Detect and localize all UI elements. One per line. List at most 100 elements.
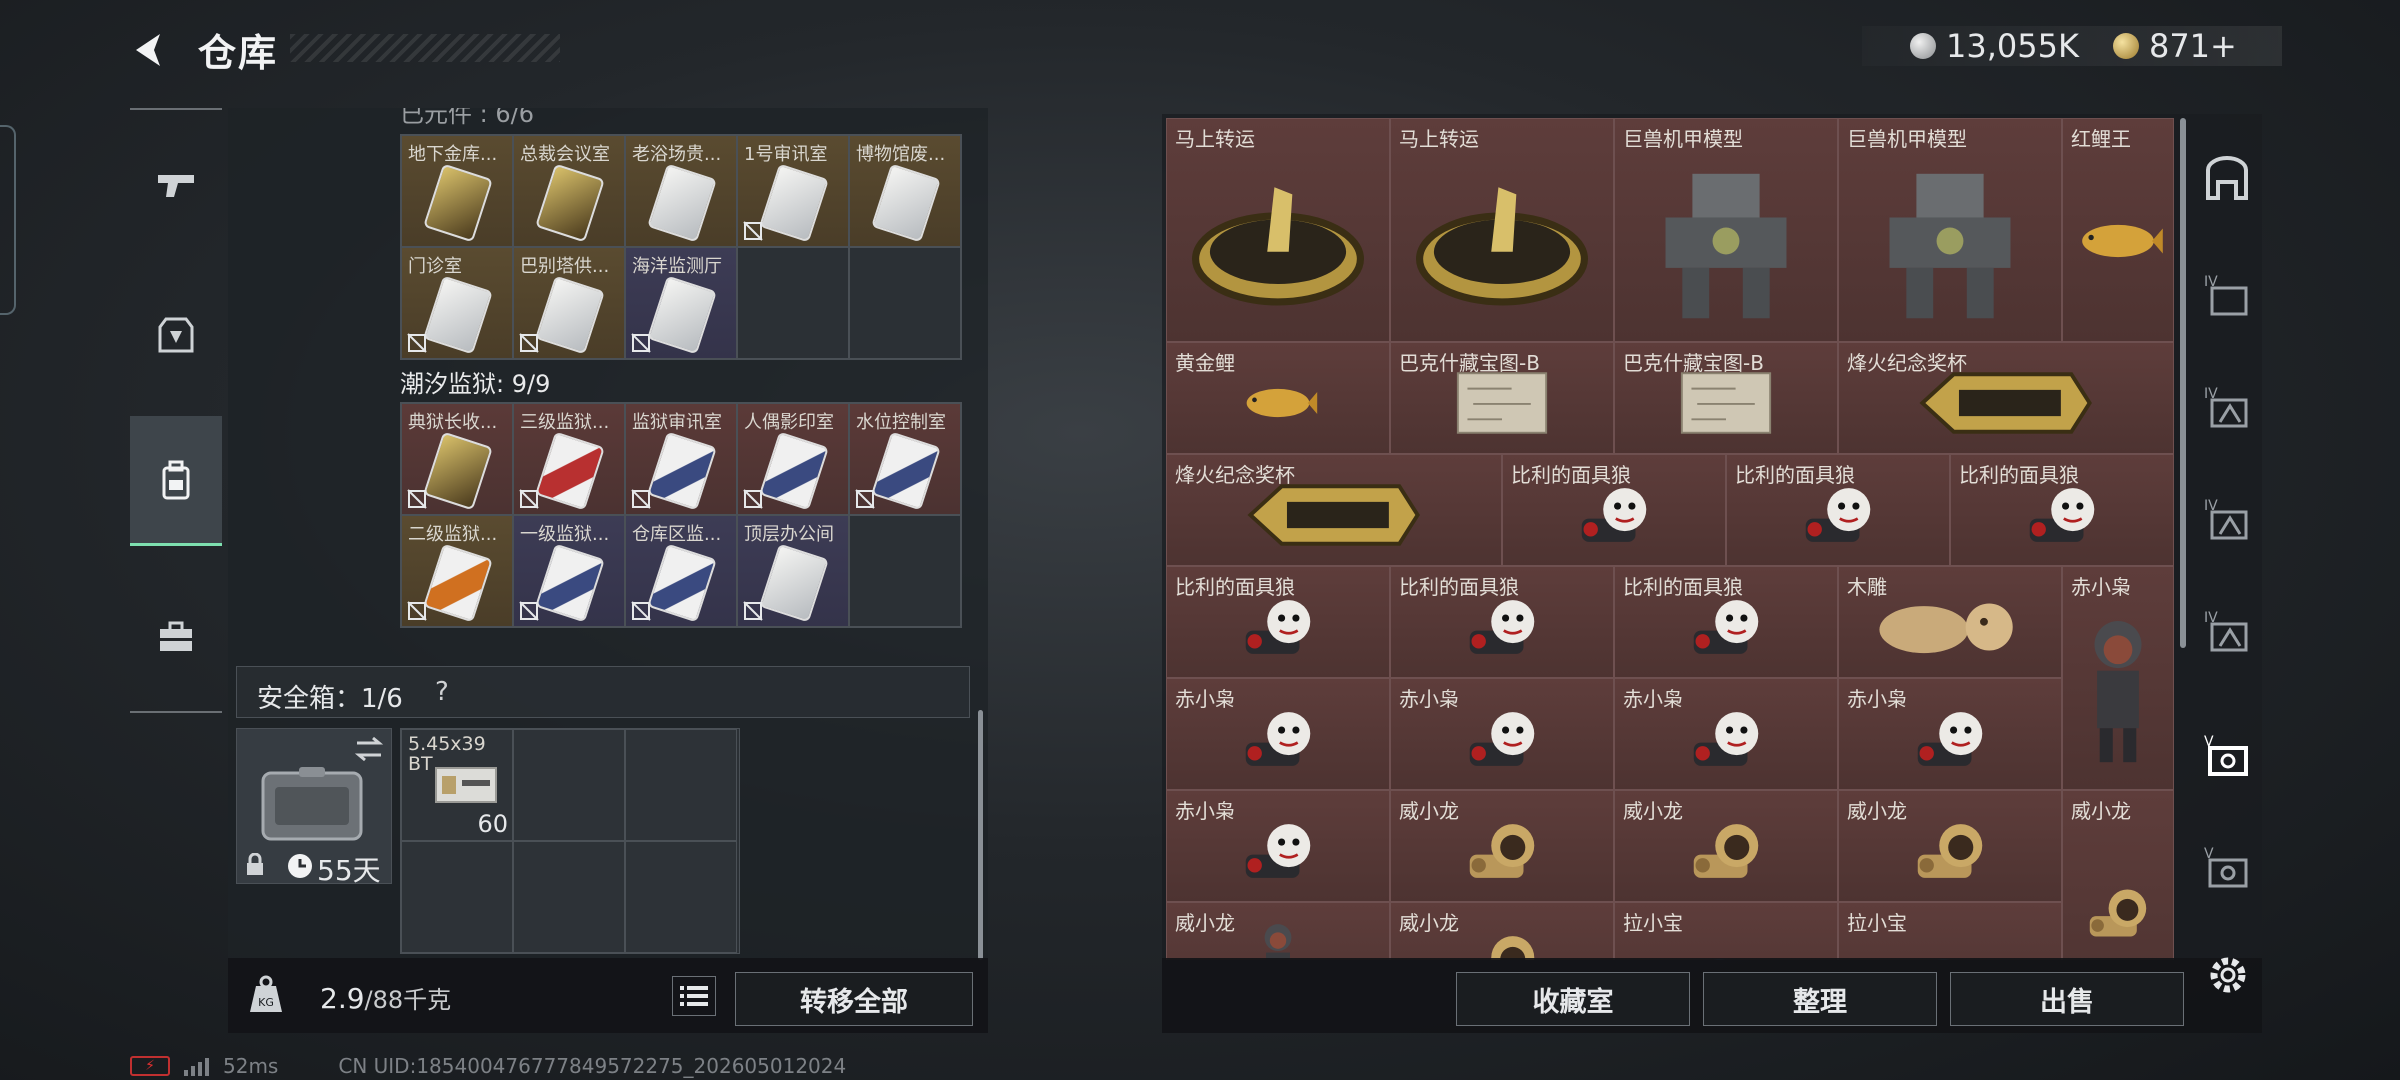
gold-amount[interactable]: 871+ xyxy=(2149,27,2237,65)
stash-item-name: 比利的面具狼 xyxy=(1511,463,1631,487)
keycard-slot[interactable]: 门诊室 xyxy=(401,247,513,359)
sidebar-item-equipment[interactable] xyxy=(130,270,222,400)
keycard-slot[interactable]: 博物馆废... xyxy=(849,135,961,247)
currency-bar: 13,055K 871+ xyxy=(1862,26,2282,66)
stash-item[interactable]: 赤小枭 xyxy=(1166,678,1390,790)
empty-slot[interactable] xyxy=(401,841,513,953)
stash-item-name: 拉小宝 xyxy=(1847,911,1907,935)
stash-item-image xyxy=(1412,157,1591,329)
stash-item[interactable]: 烽火纪念奖杯 xyxy=(1838,342,2174,454)
inventory-scrollbar[interactable] xyxy=(978,710,983,960)
stash-scrollbar[interactable] xyxy=(2180,118,2186,648)
stash-item[interactable]: 赤小枭 xyxy=(1390,678,1614,790)
stash-tab-v-active-icon[interactable]: V xyxy=(2202,730,2252,780)
ammo-slot[interactable]: 5.45x39 BT 60 xyxy=(401,729,513,841)
sidebar-item-backpack[interactable] xyxy=(130,416,222,546)
stash-item[interactable]: 拉小宝 xyxy=(1838,902,2062,960)
stash-item-name: 威小龙 xyxy=(2071,799,2131,823)
keycard-slot[interactable]: 典狱长收... xyxy=(401,403,513,515)
settings-gear-icon[interactable] xyxy=(2205,952,2251,998)
stash-tab-iv-4-icon[interactable]: IV xyxy=(2202,606,2252,656)
stash-item[interactable]: 威小龙 xyxy=(1390,790,1614,902)
stash-item[interactable]: 赤小枭 xyxy=(1614,678,1838,790)
keycard-slot[interactable]: 三级监狱... xyxy=(513,403,625,515)
stash-tab-iv-1-icon[interactable]: IV xyxy=(2202,270,2252,320)
keycard-slot[interactable]: 水位控制室 xyxy=(849,403,961,515)
stash-tab-iv-3-icon[interactable]: IV xyxy=(2202,494,2252,544)
empty-slot[interactable] xyxy=(849,247,961,359)
stash-item[interactable]: 比利的面具狼 xyxy=(1502,454,1726,566)
empty-slot[interactable] xyxy=(737,247,849,359)
keycard-slot[interactable]: 老浴场贵... xyxy=(625,135,737,247)
sort-button[interactable]: 整理 xyxy=(1703,972,1937,1026)
stash-tab-v-icon[interactable]: V xyxy=(2202,842,2252,892)
keycard-slot[interactable]: 巴别塔供... xyxy=(513,247,625,359)
keycard-slot[interactable]: 顶层办公间 xyxy=(737,515,849,627)
keycard-slot[interactable]: 地下金库... xyxy=(401,135,513,247)
edge-drawer-tab[interactable] xyxy=(0,125,16,315)
stash-item[interactable]: 烽火纪念奖杯 xyxy=(1166,454,1502,566)
keycard-slot[interactable]: 总裁会议室 xyxy=(513,135,625,247)
keycard-slot[interactable]: 1号审讯室 xyxy=(737,135,849,247)
stash-item[interactable]: 比利的面具狼 xyxy=(1166,566,1390,678)
sidebar-item-toolbox[interactable] xyxy=(130,572,222,702)
stash-item[interactable]: 黄金鲤 xyxy=(1166,342,1390,454)
empty-slot[interactable] xyxy=(625,841,737,953)
safe-case-slot[interactable]: 55天 xyxy=(236,728,392,887)
stash-item[interactable]: 威小龙 xyxy=(1838,790,2062,902)
keycard-name: 门诊室 xyxy=(408,256,462,277)
keycard-slot[interactable]: 二级监狱... xyxy=(401,515,513,627)
keycard-slot[interactable]: 仓库区监... xyxy=(625,515,737,627)
uid-text: CN UID:1854004767778495722​75_2026050120… xyxy=(338,1054,847,1078)
ammo-box-icon xyxy=(435,767,497,803)
swap-icon[interactable] xyxy=(353,735,385,763)
stash-item[interactable]: 拉小宝 xyxy=(1614,902,1838,960)
help-icon[interactable]: ? xyxy=(435,677,449,707)
keycard-slot[interactable]: 海洋监测厅 xyxy=(625,247,737,359)
collection-room-button[interactable]: 收藏室 xyxy=(1456,972,1690,1026)
keycard-name: 总裁会议室 xyxy=(520,144,610,165)
stash-item[interactable]: 红鲤王 xyxy=(2062,118,2174,342)
stash-item[interactable]: 巴克什藏宝图-B xyxy=(1614,342,1838,454)
stash-item[interactable]: 威小龙 xyxy=(1614,790,1838,902)
stash-item[interactable]: 木雕 xyxy=(1838,566,2062,678)
stash-tab-all-icon[interactable] xyxy=(2202,154,2252,204)
list-view-button[interactable] xyxy=(672,976,716,1016)
keycard-icon xyxy=(423,163,493,243)
keycard-icon xyxy=(871,163,941,243)
keycard-icon xyxy=(423,431,493,511)
back-arrow-icon[interactable] xyxy=(128,28,172,72)
empty-slot[interactable] xyxy=(849,515,961,627)
stash-item[interactable]: 比利的面具狼 xyxy=(1390,566,1614,678)
stash-item[interactable]: 比利的面具狼 xyxy=(1726,454,1950,566)
empty-slot[interactable] xyxy=(513,729,625,841)
keycard-slot[interactable]: 监狱审讯室 xyxy=(625,403,737,515)
safebox-header: 安全箱：1/6 ? xyxy=(236,666,970,718)
silver-coin-icon xyxy=(1910,33,1936,59)
stash-item-name: 威小龙 xyxy=(1623,799,1683,823)
stash-item-name: 巨兽机甲模型 xyxy=(1847,127,1967,151)
stash-item[interactable]: 马上转运 xyxy=(1166,118,1390,342)
keycard-icon xyxy=(535,431,605,511)
stash-item[interactable]: 巨兽机甲模型 xyxy=(1838,118,2062,342)
stash-item-name: 比利的面具狼 xyxy=(1175,575,1295,599)
stash-item[interactable]: 马上转运 xyxy=(1390,118,1614,342)
empty-slot[interactable] xyxy=(625,729,737,841)
stash-item[interactable]: 威小龙 xyxy=(1390,902,1614,960)
transfer-all-button[interactable]: 转移全部 xyxy=(735,972,973,1026)
sell-button[interactable]: 出售 xyxy=(1950,972,2184,1026)
stash-item[interactable]: 赤小枭 xyxy=(2062,566,2174,790)
stash-item[interactable]: 赤小枭 xyxy=(1838,678,2062,790)
keycard-slot[interactable]: 人偶影印室 xyxy=(737,403,849,515)
empty-slot[interactable] xyxy=(513,841,625,953)
stash-item[interactable]: 比利的面具狼 xyxy=(1950,454,2174,566)
keycard-slot[interactable]: 一级监狱... xyxy=(513,515,625,627)
stash-item[interactable]: 比利的面具狼 xyxy=(1614,566,1838,678)
stash-tab-iv-2-icon[interactable]: IV xyxy=(2202,382,2252,432)
stash-item[interactable]: 威小龙 xyxy=(2062,790,2174,960)
stash-item[interactable]: 巨兽机甲模型 xyxy=(1614,118,1838,342)
stash-item[interactable]: 威小龙 xyxy=(1166,902,1390,960)
sidebar-item-weapons[interactable] xyxy=(130,120,222,250)
stash-item[interactable]: 赤小枭 xyxy=(1166,790,1390,902)
stash-item[interactable]: 巴克什藏宝图-B xyxy=(1390,342,1614,454)
